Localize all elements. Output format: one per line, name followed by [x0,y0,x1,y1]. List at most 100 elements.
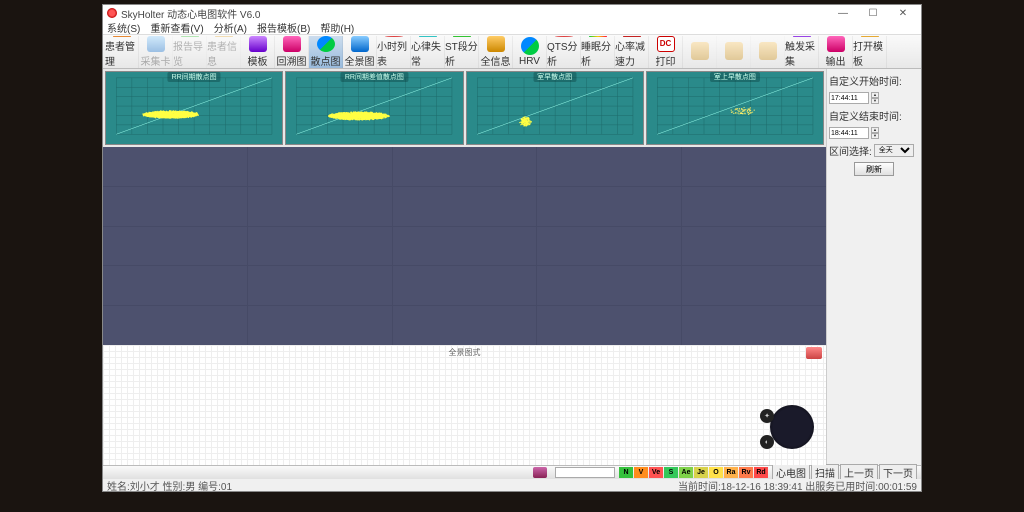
compass-disc-icon[interactable] [770,405,814,449]
badge-V[interactable]: V [634,467,648,478]
grid-cell[interactable] [537,227,681,266]
start-time-input[interactable] [829,92,869,104]
grid-cell[interactable] [248,227,392,266]
range-select[interactable]: 全天 [874,144,914,157]
grid-cell[interactable] [103,266,247,305]
badge-Ra[interactable]: Ra [724,467,738,478]
toolbar-btn-心律失常[interactable]: 心律失常 [411,36,445,68]
refresh-button[interactable]: 刷新 [854,162,894,176]
badge-O[interactable]: O [709,467,723,478]
close-button[interactable]: ✕ [889,6,917,20]
scatter-chart-1[interactable]: RR间期差值散点图 [285,71,463,145]
toolbar-label: 模板 [248,53,268,68]
grid-cell[interactable] [103,306,247,345]
start-time-label: 自定义开始时间: [829,73,902,88]
grid-cell[interactable] [393,306,537,345]
toolbar-label: 患者管理 [105,38,138,68]
grid-cell[interactable] [682,227,826,266]
menu-item-3[interactable]: 报告模板(B) [257,20,310,35]
grid-cell[interactable] [682,147,826,186]
toolbar-btn-17 [683,36,717,68]
menu-item-4[interactable]: 帮助(H) [320,20,354,35]
badge-S[interactable]: S [664,467,678,478]
toolbar-btn-打印[interactable]: DC打印 [649,36,683,68]
toolbar-btn-散点图[interactable]: 散点图 [309,36,343,68]
scatter-chart-2[interactable]: 室早散点图 [466,71,644,145]
badge-Ae[interactable]: Ae [679,467,693,478]
nav-compass[interactable]: ✦ ◐ [764,405,814,455]
grid-cell[interactable] [393,147,537,186]
toolbar-btn-报告导览: 报告导览 [173,36,207,68]
menu-item-1[interactable]: 重新查看(V) [150,20,203,35]
maximize-button[interactable]: ☐ [859,6,887,20]
grid-cell[interactable] [537,266,681,305]
status-input[interactable] [555,467,615,478]
toolbar-btn-18 [717,36,751,68]
toolbar-btn-19 [751,36,785,68]
grid-cell[interactable] [682,266,826,305]
toolbar-btn-ST段分析[interactable]: ST段分析 [445,36,479,68]
end-time-input[interactable] [829,127,869,139]
scatter-chart-0[interactable]: RR间期散点图 [105,71,283,145]
grid-cell[interactable] [103,187,247,226]
compass-btn-b[interactable]: ◐ [760,435,774,449]
menu-item-2[interactable]: 分析(A) [214,20,247,35]
chart-title: RR间期散点图 [168,72,221,82]
grid-cell[interactable] [537,306,681,345]
patient-info: 姓名:刘小才 性别:男 编号:01 [107,478,232,493]
toolbar-btn-打开模板[interactable]: 打开模板 [853,36,887,68]
menu-item-0[interactable]: 系统(S) [107,20,140,35]
toolbar-icon [725,42,743,60]
grid-cell[interactable] [103,227,247,266]
toolbar-label: ST段分析 [445,38,478,68]
toolbar-icon [249,36,267,52]
grid-cell[interactable] [393,187,537,226]
toolbar-btn-全信息[interactable]: 全信息 [479,36,513,68]
minimize-button[interactable]: — [829,6,857,20]
grid-cell[interactable] [248,187,392,226]
toolbar-btn-HRV[interactable]: HRV [513,36,547,68]
scatter-chart-3[interactable]: 室上早散点图 [646,71,824,145]
badge-Rd[interactable]: Rd [754,467,768,478]
toolbar-icon [385,36,403,37]
toolbar-btn-患者管理[interactable]: 患者管理 [105,36,139,68]
toolbar-label: QTS分析 [547,38,580,68]
badge-Ve[interactable]: Ve [649,467,663,478]
badge-N[interactable]: N [619,467,633,478]
badge-Je[interactable]: Je [694,467,708,478]
toolbar-btn-回溯图[interactable]: 回溯图 [275,36,309,68]
grid-cell[interactable] [393,266,537,305]
toolbar-btn-全景图[interactable]: 全景图 [343,36,377,68]
grid-cell[interactable] [682,187,826,226]
ecg-scroll-icon[interactable] [806,347,822,359]
toolbar-label: 输出 [826,53,846,68]
grid-cell[interactable] [682,306,826,345]
compass-btn-a[interactable]: ✦ [760,409,774,423]
toolbar-btn-睡眠分析[interactable]: 睡眠分析 [581,36,615,68]
grid-cell[interactable] [393,227,537,266]
toolbar-btn-输出[interactable]: 输出 [819,36,853,68]
toolbar-btn-QTS分析[interactable]: QTS分析 [547,36,581,68]
ecg-printer-icon[interactable] [533,467,547,478]
toolbar-btn-患者信息: 患者信息 [207,36,241,68]
toolbar-btn-小时列表[interactable]: 小时列表 [377,36,411,68]
grid-cell[interactable] [103,147,247,186]
toolbar-icon [317,36,335,52]
toolbar-icon [487,36,505,52]
toolbar-btn-心率减速力[interactable]: 心率减速力 [615,36,649,68]
end-time-spinner[interactable]: ▲▼ [871,127,879,139]
chart-title: 室上早散点图 [710,72,760,82]
end-time-label: 自定义结束时间: [829,108,902,123]
toolbar-label: 采集卡 [141,53,171,68]
grid-cell[interactable] [248,306,392,345]
grid-cell[interactable] [248,147,392,186]
grid-cell[interactable] [537,187,681,226]
badge-Rv[interactable]: Rv [739,467,753,478]
start-time-spinner[interactable]: ▲▼ [871,92,879,104]
toolbar-btn-模板[interactable]: 模板 [241,36,275,68]
toolbar-btn-触发采集[interactable]: 触发采集 [785,36,819,68]
grid-cell[interactable] [537,147,681,186]
grid-cell[interactable] [248,266,392,305]
ecg-panel[interactable]: 全景图式 ✦ ◐ [103,345,826,465]
toolbar-icon [283,36,301,52]
